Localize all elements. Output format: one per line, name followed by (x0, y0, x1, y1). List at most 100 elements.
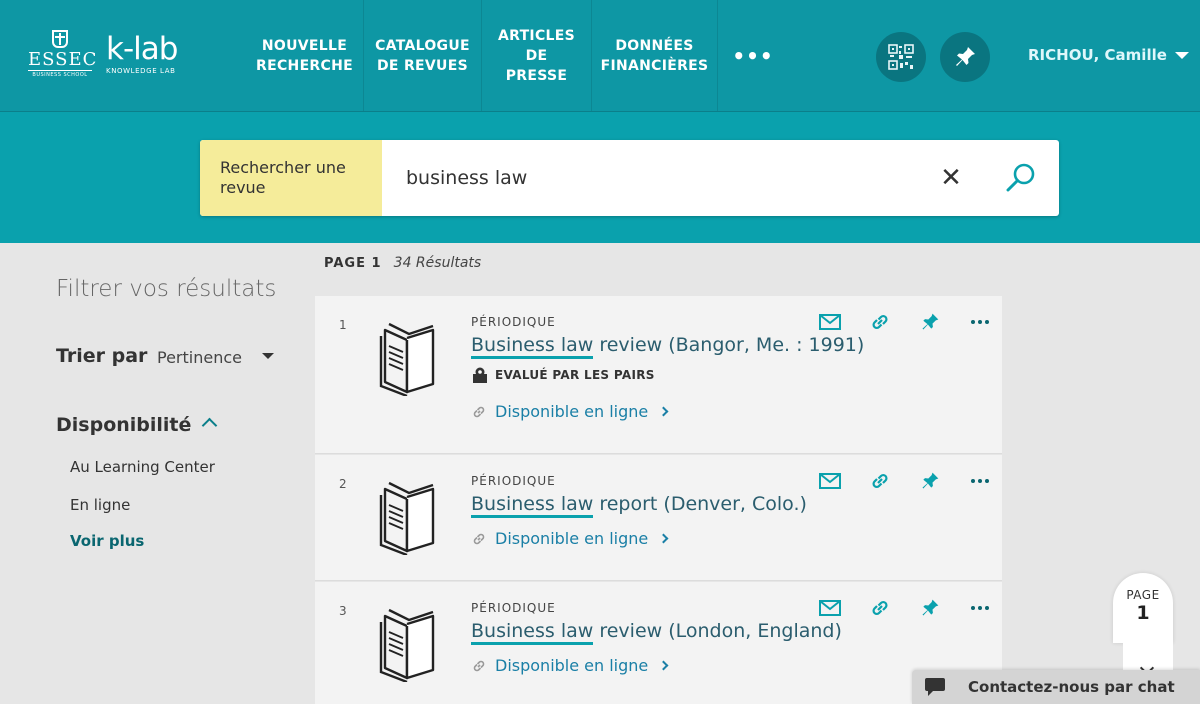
klab-logo-subtext: KNOWLEDGE LAB (106, 67, 176, 75)
result-actions (805, 469, 1005, 493)
pin-icon (922, 472, 939, 489)
pin-icon (922, 599, 939, 616)
availability-link[interactable]: Disponible en ligne (471, 656, 669, 675)
pinned-items-button[interactable] (940, 32, 990, 82)
nav-label-line1: DONNÉES (615, 37, 694, 54)
result-title-highlight: Business law (471, 620, 594, 645)
result-item: 2 PÉRIODIQUE Business law report (Denver… (315, 455, 1002, 581)
link-icon (872, 314, 888, 330)
facet-learning-center[interactable]: Au Learning Center (70, 458, 215, 476)
facet-show-more-link[interactable]: Voir plus (70, 532, 144, 550)
facet-en-ligne[interactable]: En ligne (70, 496, 130, 514)
nav-label-line2: FINANCIÈRES (600, 57, 709, 74)
results-meta: PAGE 1 34 Résultats (324, 255, 481, 271)
page-indicator: PAGE 1 (1113, 573, 1173, 643)
sort-select[interactable]: Pertinence (157, 348, 242, 367)
availability-link[interactable]: Disponible en ligne (471, 402, 669, 421)
page-indicator-value: 1 (1136, 602, 1150, 624)
essec-logo-subtext: BUSINESS SCHOOL (28, 70, 92, 78)
results-page: PAGE 1 (324, 256, 382, 271)
pin-icon (922, 313, 939, 330)
chat-bubble-icon (925, 678, 945, 696)
result-actions (805, 596, 1005, 620)
result-item: 1 PÉRIODIQUE Business law review (Bangor… (315, 296, 1002, 454)
more-actions-button[interactable] (955, 596, 1005, 620)
nav-label-line1: CATALOGUE (375, 37, 470, 54)
email-icon (819, 314, 841, 330)
result-title-link[interactable]: Business law review (Bangor, Me. : 1991) (471, 334, 864, 359)
nav-catalogue-de-revues[interactable]: CATALOGUE DE REVUES (364, 0, 482, 111)
chevron-right-icon (658, 406, 669, 417)
result-type: PÉRIODIQUE (471, 315, 556, 329)
result-type: PÉRIODIQUE (471, 601, 556, 615)
permalink-button[interactable] (855, 310, 905, 334)
klab-logo[interactable]: k-lab KNOWLEDGE LAB (106, 31, 178, 75)
email-icon (819, 600, 841, 616)
email-button[interactable] (805, 596, 855, 620)
essec-shield-icon (52, 30, 68, 48)
klab-logo-text: k-lab (106, 31, 178, 67)
chevron-right-icon (658, 533, 669, 544)
more-icon (971, 479, 989, 483)
nav-nouvelle-recherche[interactable]: NOUVELLE RECHERCHE (246, 0, 364, 111)
email-button[interactable] (805, 310, 855, 334)
essec-logo[interactable]: ESSEC BUSINESS SCHOOL (28, 30, 98, 84)
page-indicator-label: PAGE (1126, 588, 1160, 602)
result-type: PÉRIODIQUE (471, 474, 556, 488)
caret-down-icon (1174, 52, 1189, 59)
permalink-button[interactable] (855, 469, 905, 493)
nav-label-line2: DE PRESSE (505, 47, 568, 84)
peer-reviewed-label: EVALUÉ PAR LES PAIRS (495, 368, 655, 382)
nav-donnees-financieres[interactable]: DONNÉES FINANCIÈRES (592, 0, 718, 111)
link-icon (473, 660, 485, 671)
chat-widget-button[interactable]: Contactez-nous par chat (912, 670, 1200, 704)
result-title-rest: review (London, England) (593, 620, 842, 642)
search-icon (1006, 163, 1035, 192)
pin-result-button[interactable] (905, 596, 955, 620)
result-title-link[interactable]: Business law report (Denver, Colo.) (471, 493, 807, 518)
availability-facet-title[interactable]: Disponibilité (56, 414, 191, 436)
result-title-highlight: Business law (471, 493, 594, 518)
nav-articles-de-presse[interactable]: ARTICLES DE PRESSE (482, 0, 592, 111)
search-band: Rechercher une revue ✕ (0, 112, 1200, 243)
caret-down-icon[interactable] (262, 353, 274, 359)
pin-result-button[interactable] (905, 310, 955, 334)
nav-label-line1: NOUVELLE (261, 37, 348, 54)
peer-reviewed-badge: EVALUÉ PAR LES PAIRS (471, 366, 655, 384)
result-number: 2 (339, 477, 347, 491)
journal-book-icon (379, 481, 435, 555)
result-actions (805, 310, 1005, 334)
chevron-right-icon (658, 660, 669, 671)
pin-result-button[interactable] (905, 469, 955, 493)
clear-search-button[interactable]: ✕ (919, 140, 983, 216)
permalink-button[interactable] (855, 596, 905, 620)
link-icon (872, 600, 888, 616)
chevron-up-icon[interactable] (201, 417, 218, 434)
essec-logo-text: ESSEC (28, 49, 98, 70)
availability-link[interactable]: Disponible en ligne (471, 529, 669, 548)
result-title-rest: report (Denver, Colo.) (593, 493, 807, 515)
journal-book-icon (379, 608, 435, 682)
link-icon (473, 406, 485, 417)
email-button[interactable] (805, 469, 855, 493)
result-title-link[interactable]: Business law review (London, England) (471, 620, 842, 645)
availability-label: Disponible en ligne (495, 402, 649, 421)
result-number: 1 (339, 318, 347, 332)
more-icon (971, 606, 989, 610)
nav-more-button[interactable]: ••• (718, 0, 788, 111)
search-input[interactable] (382, 140, 919, 216)
chat-label: Contactez-nous par chat (968, 678, 1175, 696)
user-name: RICHOU, Camille (1028, 46, 1167, 64)
more-actions-button[interactable] (955, 310, 1005, 334)
user-menu[interactable]: RICHOU, Camille (1028, 46, 1189, 64)
result-title-highlight: Business law (471, 334, 594, 359)
link-icon (473, 533, 485, 544)
email-icon (819, 473, 841, 489)
result-number: 3 (339, 604, 347, 618)
search-scope-selector[interactable]: Rechercher une revue (200, 140, 382, 216)
more-actions-button[interactable] (955, 469, 1005, 493)
qr-code-button[interactable] (876, 32, 926, 82)
search-submit-button[interactable] (983, 140, 1059, 216)
nav-label-line2: RECHERCHE (256, 57, 353, 74)
result-item: 3 PÉRIODIQUE Business law review (London… (315, 582, 1002, 704)
